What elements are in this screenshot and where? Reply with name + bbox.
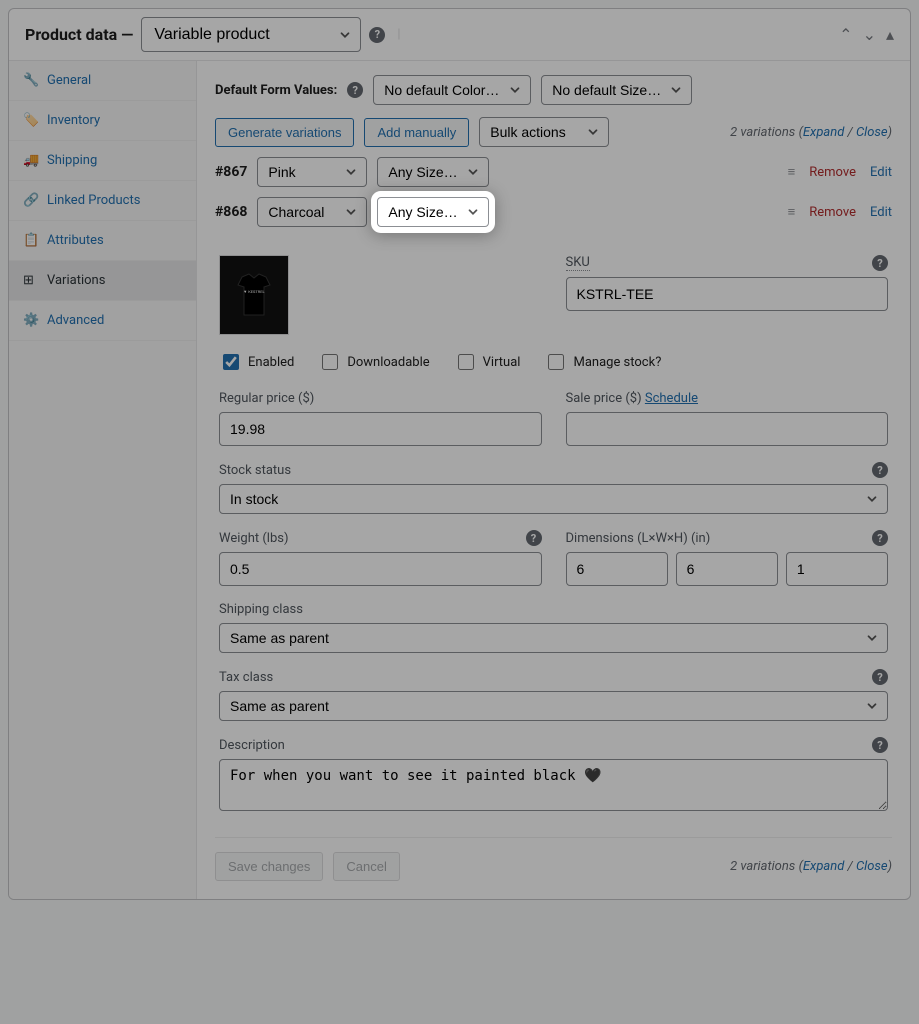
weight-input[interactable] [219, 552, 542, 586]
tab-label: Variations [47, 273, 105, 288]
default-size-select[interactable]: No default Size… [541, 75, 692, 105]
sale-price-input[interactable] [566, 412, 889, 446]
width-input[interactable] [676, 552, 778, 586]
edit-link[interactable]: Edit [870, 205, 892, 220]
tab-label: Inventory [47, 113, 100, 128]
drag-handle-icon[interactable]: ≡ [788, 204, 796, 220]
downloadable-checkbox[interactable]: Downloadable [318, 351, 429, 373]
svg-text:▼ KESTREL: ▼ KESTREL [243, 289, 265, 294]
enabled-checkbox[interactable]: Enabled [219, 351, 294, 373]
tax-class-select[interactable]: Same as parent [219, 691, 888, 721]
description-label: Description [219, 738, 285, 753]
chevron-down-icon[interactable]: ⌄ [863, 25, 876, 44]
variation-color-select[interactable]: Pink [257, 157, 367, 187]
product-data-tabs: 🔧 General 🏷️ Inventory 🚚 Shipping 🔗 Link… [9, 61, 197, 899]
truck-icon: 🚚 [23, 153, 37, 168]
sale-price-label: Sale price ($) [566, 391, 642, 406]
grid-icon: ⊞ [23, 273, 37, 288]
weight-label: Weight (lbs) [219, 531, 288, 546]
description-textarea[interactable] [219, 759, 888, 811]
tab-label: General [47, 73, 91, 88]
wrench-icon: 🔧 [23, 73, 37, 88]
height-input[interactable] [786, 552, 888, 586]
tab-label: Attributes [47, 233, 104, 248]
tab-advanced[interactable]: ⚙️ Advanced [9, 301, 196, 341]
help-icon[interactable]: ? [526, 530, 542, 546]
cancel-button[interactable]: Cancel [333, 852, 399, 881]
variation-row-868: #868 Charcoal Any Size… ≡ Remove Edit [215, 197, 892, 227]
regular-price-input[interactable] [219, 412, 542, 446]
tab-label: Linked Products [47, 193, 140, 208]
gear-icon: ⚙️ [23, 313, 37, 328]
shipping-class-label: Shipping class [219, 602, 303, 617]
tab-linked-products[interactable]: 🔗 Linked Products [9, 181, 196, 221]
regular-price-label: Regular price ($) [219, 391, 314, 406]
variation-id: #868 [215, 204, 247, 220]
add-manually-button[interactable]: Add manually [364, 118, 469, 147]
help-icon[interactable]: ? [872, 255, 888, 271]
sku-input[interactable] [566, 277, 889, 311]
variation-size-select[interactable]: Any Size… [377, 157, 489, 187]
help-icon[interactable]: ? [872, 530, 888, 546]
variation-row-867: #867 Pink Any Size… ≡ Remove Edit [215, 157, 892, 187]
save-changes-button[interactable]: Save changes [215, 852, 323, 881]
stock-status-label: Stock status [219, 463, 291, 478]
variations-count-footer: 2 variations (Expand / Close) [730, 859, 892, 874]
product-type-select[interactable]: Variable product [141, 17, 361, 52]
shipping-class-select[interactable]: Same as parent [219, 623, 888, 653]
default-color-select[interactable]: No default Color… [373, 75, 531, 105]
virtual-checkbox[interactable]: Virtual [454, 351, 521, 373]
variations-toolbar: Generate variations Add manually Bulk ac… [215, 117, 892, 147]
bulk-actions-select[interactable]: Bulk actions [479, 117, 609, 147]
variations-count: 2 variations (Expand / Close) [730, 125, 892, 140]
tag-icon: 🏷️ [23, 113, 37, 128]
panel-title: Product data — [25, 25, 133, 44]
tab-attributes[interactable]: 📋 Attributes [9, 221, 196, 261]
variation-id: #867 [215, 164, 247, 180]
panel-header: Product data — Variable product ? | ⌃ ⌄ … [9, 9, 910, 61]
sku-label: SKU [566, 255, 590, 271]
help-icon[interactable]: ? [347, 82, 363, 98]
tab-label: Shipping [47, 153, 97, 168]
help-icon[interactable]: ? [872, 462, 888, 478]
caret-up-icon[interactable]: ▴ [886, 25, 894, 44]
help-icon[interactable]: ? [872, 669, 888, 685]
tab-inventory[interactable]: 🏷️ Inventory [9, 101, 196, 141]
schedule-link[interactable]: Schedule [645, 391, 698, 406]
expand-link-footer[interactable]: Expand [803, 859, 844, 874]
product-data-panel: Product data — Variable product ? | ⌃ ⌄ … [8, 8, 911, 900]
expand-link[interactable]: Expand [803, 125, 844, 140]
edit-link[interactable]: Edit [870, 165, 892, 180]
chevron-up-icon[interactable]: ⌃ [839, 25, 852, 44]
manage-stock-checkbox[interactable]: Manage stock? [544, 351, 661, 373]
variation-image[interactable]: ▼ KESTREL [219, 255, 289, 335]
default-form-values-row: Default Form Values: ? No default Color…… [215, 75, 892, 105]
default-values-label: Default Form Values: [215, 83, 337, 98]
variation-color-select[interactable]: Charcoal [257, 197, 367, 227]
remove-link[interactable]: Remove [809, 165, 856, 180]
tab-variations[interactable]: ⊞ Variations [9, 261, 196, 301]
tab-shipping[interactable]: 🚚 Shipping [9, 141, 196, 181]
length-input[interactable] [566, 552, 668, 586]
variation-size-select[interactable]: Any Size… [377, 197, 489, 227]
variation-detail-868: ▼ KESTREL SKU ? [215, 241, 892, 819]
generate-variations-button[interactable]: Generate variations [215, 118, 354, 147]
dimensions-label: Dimensions (L×W×H) (in) [566, 531, 711, 546]
tax-class-label: Tax class [219, 670, 273, 685]
close-link[interactable]: Close [856, 125, 888, 140]
variations-content: Default Form Values: ? No default Color…… [197, 61, 910, 899]
variations-footer: Save changes Cancel 2 variations (Expand… [215, 837, 892, 881]
link-icon: 🔗 [23, 193, 37, 208]
drag-handle-icon[interactable]: ≡ [788, 164, 796, 180]
help-icon[interactable]: ? [872, 737, 888, 753]
tab-label: Advanced [47, 313, 104, 328]
list-icon: 📋 [23, 233, 37, 248]
tab-general[interactable]: 🔧 General [9, 61, 196, 101]
help-icon[interactable]: ? [369, 27, 385, 43]
remove-link[interactable]: Remove [809, 205, 856, 220]
close-link-footer[interactable]: Close [856, 859, 888, 874]
stock-status-select[interactable]: In stock [219, 484, 888, 514]
